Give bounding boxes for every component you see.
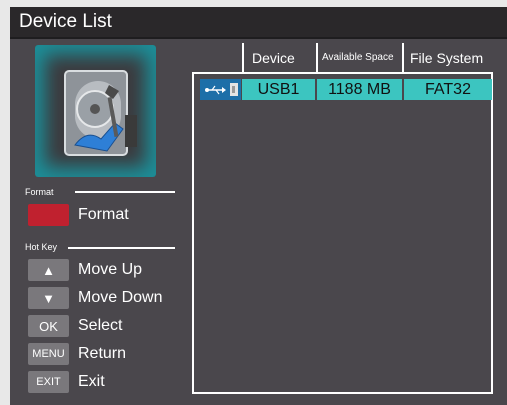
ok-key-button[interactable]: OK	[28, 315, 69, 337]
device-list-window: Device List Format Format Hot Key ▲ Move…	[10, 7, 507, 405]
format-section-divider	[75, 191, 175, 193]
column-header-file-system: File System	[410, 50, 484, 66]
hotkey-section-divider	[68, 247, 175, 249]
column-separator	[316, 43, 318, 73]
format-section-label: Format	[25, 187, 54, 197]
select-label: Select	[78, 317, 123, 334]
column-separator	[242, 43, 244, 73]
hotkey-section-label: Hot Key	[25, 242, 58, 252]
title-divider	[10, 37, 507, 39]
row-device-cell[interactable]: USB1	[242, 79, 315, 100]
move-up-key-button[interactable]: ▲	[28, 259, 69, 281]
row-file-system-cell[interactable]: FAT32	[404, 79, 492, 100]
window-title: Device List	[10, 7, 507, 37]
hard-drive-illustration-icon	[35, 45, 156, 177]
column-separator	[402, 43, 404, 73]
row-available-space-cell[interactable]: 1188 MB	[317, 79, 402, 100]
move-down-key-button[interactable]: ▼	[28, 287, 69, 309]
format-red-key-button[interactable]	[28, 204, 69, 226]
move-down-label: Move Down	[78, 289, 163, 306]
usb-drive-icon	[200, 79, 241, 100]
menu-key-button[interactable]: MENU	[28, 343, 69, 365]
format-action-label: Format	[78, 206, 129, 223]
column-header-available-space: Available Space	[322, 52, 394, 63]
return-label: Return	[78, 345, 127, 362]
move-up-label: Move Up	[78, 261, 143, 278]
column-header-device: Device	[252, 50, 295, 66]
device-list-box	[192, 72, 493, 394]
exit-label: Exit	[78, 373, 105, 390]
exit-key-button[interactable]: EXIT	[28, 371, 69, 393]
